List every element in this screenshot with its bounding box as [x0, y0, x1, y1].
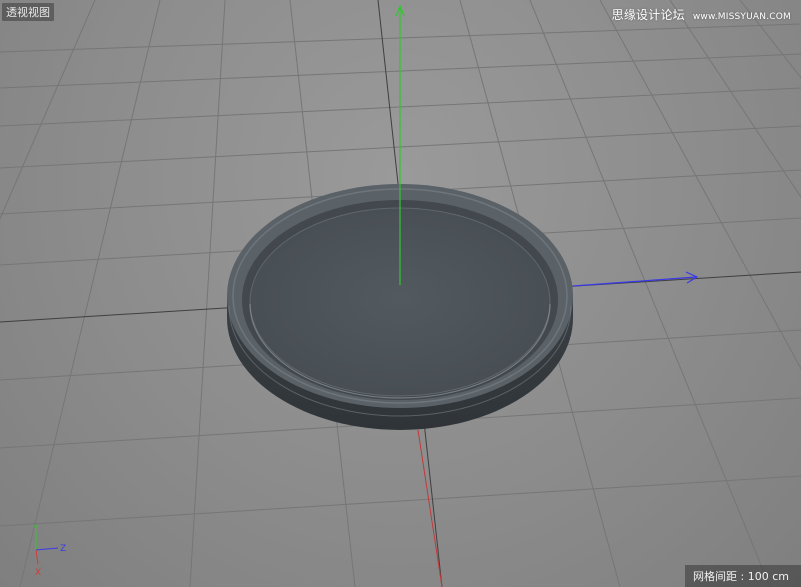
- x-axis-floor-line: [417, 429, 443, 587]
- watermark: 思缘设计论坛 www.MISSYUAN.COM: [612, 6, 791, 23]
- axis-label-y: Y: [32, 524, 39, 534]
- watermark-site-url: www.MISSYUAN.COM: [692, 12, 791, 22]
- view-name-label[interactable]: 透视视图: [2, 3, 54, 21]
- axis-label-x: X: [35, 568, 41, 578]
- axis-label-z: Z: [60, 544, 66, 554]
- 3d-scene[interactable]: [0, 0, 801, 587]
- grid-spacing-status: 网格间距 : 100 cm: [685, 565, 801, 587]
- watermark-site-name: 思缘设计论坛: [611, 8, 685, 22]
- gizmo-z-axis[interactable]: [572, 276, 697, 287]
- perspective-viewport[interactable]: 透视视图 思缘设计论坛 www.MISSYUAN.COM Y Z X 网格间距 …: [0, 0, 801, 587]
- axis-orientation-indicator: Y Z X: [32, 524, 66, 578]
